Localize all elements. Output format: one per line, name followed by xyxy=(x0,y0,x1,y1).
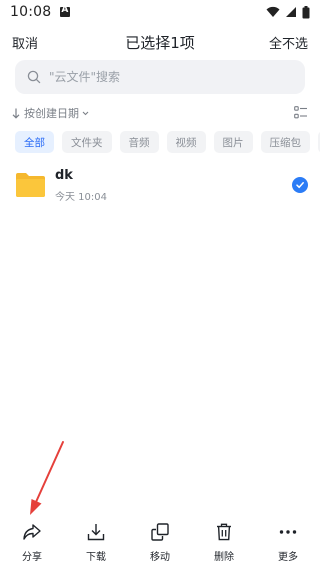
sort-arrow-down-icon xyxy=(12,108,20,119)
view-toggle-button[interactable] xyxy=(294,104,308,123)
chevron-down-icon[interactable] xyxy=(81,109,90,118)
file-name: dk xyxy=(55,167,73,183)
status-icons xyxy=(266,5,310,19)
filter-chips: 全部 文件夹 音频 视频 图片 压缩包 其 xyxy=(15,131,320,155)
list-item[interactable]: dk 今天 10:04 xyxy=(0,164,320,206)
share-icon xyxy=(23,524,41,540)
move-label: 移动 xyxy=(150,552,170,563)
signal-icon xyxy=(286,7,296,17)
trash-icon xyxy=(217,523,231,541)
cancel-button[interactable]: 取消 xyxy=(12,33,38,52)
move-icon xyxy=(151,523,169,541)
chip-audio[interactable]: 音频 xyxy=(119,131,159,153)
notification-icon xyxy=(60,5,71,17)
chip-all[interactable]: 全部 xyxy=(15,131,54,153)
wifi-icon xyxy=(266,6,280,17)
check-icon xyxy=(296,182,304,189)
deselect-all-button[interactable]: 全不选 xyxy=(269,33,308,52)
file-date: 今天 10:04 xyxy=(55,191,107,203)
sort-row: 按创建日期 xyxy=(12,104,308,122)
chip-archive[interactable]: 压缩包 xyxy=(260,131,310,153)
search-input[interactable] xyxy=(49,70,289,84)
chip-video[interactable]: 视频 xyxy=(166,131,206,153)
bottom-action-bar: 分享 下载 移动 删除 更多 xyxy=(0,515,320,568)
search-icon xyxy=(27,70,41,84)
status-bar: 10:08 xyxy=(0,0,320,24)
checked-checkbox[interactable] xyxy=(292,177,308,193)
chip-folder[interactable]: 文件夹 xyxy=(62,131,112,153)
share-label: 分享 xyxy=(22,552,42,563)
more-dots-icon xyxy=(279,530,297,534)
status-time: 10:08 xyxy=(10,4,52,20)
download-label: 下载 xyxy=(86,552,106,563)
download-icon xyxy=(87,524,105,541)
selection-header: 取消 已选择1项 全不选 xyxy=(0,24,320,60)
more-button[interactable]: 更多 xyxy=(264,521,312,563)
file-meta: dk 今天 10:04 xyxy=(55,168,107,203)
move-button[interactable]: 移动 xyxy=(136,521,184,563)
sort-dropdown[interactable]: 按创建日期 xyxy=(24,105,79,121)
list-view-icon xyxy=(294,105,307,118)
more-label: 更多 xyxy=(278,552,298,563)
delete-label: 删除 xyxy=(214,552,234,563)
download-button[interactable]: 下载 xyxy=(72,521,120,563)
search-bar[interactable] xyxy=(15,60,305,94)
delete-button[interactable]: 删除 xyxy=(200,521,248,563)
chip-image[interactable]: 图片 xyxy=(213,131,253,153)
share-button[interactable]: 分享 xyxy=(8,521,56,563)
folder-icon xyxy=(16,173,45,197)
battery-icon xyxy=(302,5,310,18)
